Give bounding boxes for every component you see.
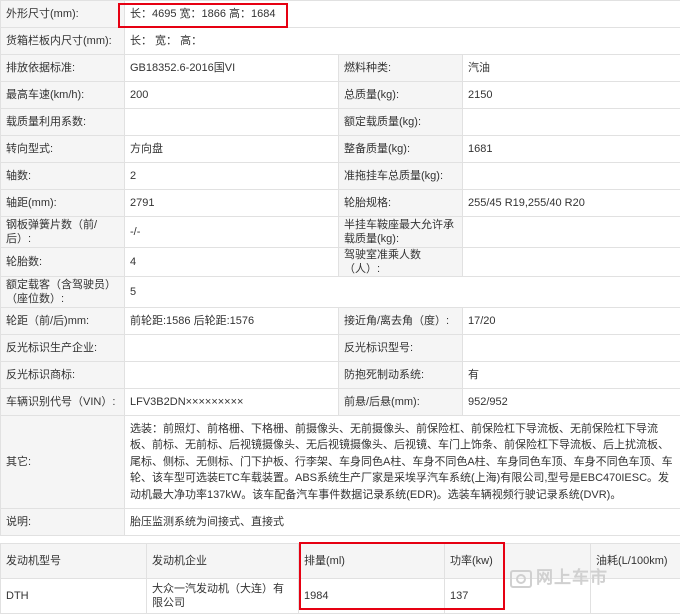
table-row: 额定载客（含驾驶员）（座位数）: 5 — [1, 277, 680, 308]
spec-table: 外形尺寸(mm): 长：4695 宽：1866 高：1684 货箱栏板内尺寸(m… — [0, 0, 680, 536]
spec-label: 额定载质量(kg): — [339, 109, 463, 136]
spec-label: 反光标识型号: — [339, 335, 463, 362]
spec-value — [125, 109, 339, 136]
spec-value — [463, 109, 680, 136]
spec-value: 2 — [125, 163, 339, 190]
spec-label: 防抱死制动系统: — [339, 362, 463, 389]
spec-value: 4 — [125, 248, 339, 277]
spec-label: 货箱栏板内尺寸(mm): — [1, 28, 125, 55]
spec-label: 燃料种类: — [339, 55, 463, 82]
spec-label: 轮胎数: — [1, 248, 125, 277]
spec-label: 轮距（前/后)mm: — [1, 308, 125, 335]
spec-label: 反光标识商标: — [1, 362, 125, 389]
spec-value — [463, 335, 680, 362]
spec-value — [463, 163, 680, 190]
table-row: 最高车速(km/h): 200 总质量(kg): 2150 — [1, 82, 680, 109]
spec-value: 2150 — [463, 82, 680, 109]
spec-label: 反光标识生产企业: — [1, 335, 125, 362]
spec-value: 5 — [125, 277, 680, 308]
spec-label: 转向型式: — [1, 136, 125, 163]
spec-label: 整备质量(kg): — [339, 136, 463, 163]
table-row: 反光标识生产企业: 反光标识型号: — [1, 335, 680, 362]
spec-value: 255/45 R19,255/40 R20 — [463, 190, 680, 217]
spec-label: 其它: — [1, 416, 125, 509]
table-row: 货箱栏板内尺寸(mm): 长： 宽： 高： — [1, 28, 680, 55]
spec-value: 前轮距:1586 后轮距:1576 — [125, 308, 339, 335]
spec-value: GB18352.6-2016国VI — [125, 55, 339, 82]
table-row: 载质量利用系数: 额定载质量(kg): — [1, 109, 680, 136]
spec-value: 952/952 — [463, 389, 680, 416]
spec-value: 长：4695 宽：1866 高：1684 — [125, 1, 680, 28]
table-row: 其它: 选装：前照灯、前格栅、下格栅、前摄像头、无前摄像头、前保险杠、前保险杠下… — [1, 416, 680, 509]
table-cell: 大众一汽发动机（大连）有限公司 — [147, 579, 299, 614]
column-header: 排量(ml) — [299, 544, 445, 579]
spec-label: 轴数: — [1, 163, 125, 190]
spec-label: 前悬/后悬(mm): — [339, 389, 463, 416]
spec-label: 载质量利用系数: — [1, 109, 125, 136]
spec-value: 胎压监测系统为间接式、直接式 — [125, 509, 680, 536]
column-header: 发动机型号 — [1, 544, 147, 579]
spec-value: 17/20 — [463, 308, 680, 335]
table-row: 转向型式: 方向盘 整备质量(kg): 1681 — [1, 136, 680, 163]
watermark: 网上车市 — [510, 563, 608, 588]
table-row: 排放依据标准: GB18352.6-2016国VI 燃料种类: 汽油 — [1, 55, 680, 82]
spec-value: 有 — [463, 362, 680, 389]
spec-value: 方向盘 — [125, 136, 339, 163]
table-cell: 1984 — [299, 579, 445, 614]
spec-label: 说明: — [1, 509, 125, 536]
table-row: 车辆识别代号（VIN）: LFV3B2DN××××××××× 前悬/后悬(mm)… — [1, 389, 680, 416]
spec-value: 长： 宽： 高： — [125, 28, 680, 55]
spec-value: -/- — [125, 217, 339, 248]
spec-label: 排放依据标准: — [1, 55, 125, 82]
table-row: 钢板弹簧片数（前/后）: -/- 半挂车鞍座最大允许承载质量(kg): — [1, 217, 680, 248]
spec-value: 汽油 — [463, 55, 680, 82]
table-cell: DTH — [1, 579, 147, 614]
table-row: 轮胎数: 4 驾驶室准乘人数（人）: — [1, 248, 680, 277]
spec-label: 额定载客（含驾驶员）（座位数）: — [1, 277, 125, 308]
spec-value: 200 — [125, 82, 339, 109]
spec-label: 车辆识别代号（VIN）: — [1, 389, 125, 416]
table-row: 说明: 胎压监测系统为间接式、直接式 — [1, 509, 680, 536]
spec-label: 钢板弹簧片数（前/后）: — [1, 217, 125, 248]
table-row: 轴数: 2 准拖挂车总质量(kg): — [1, 163, 680, 190]
spec-value — [125, 362, 339, 389]
spec-label: 总质量(kg): — [339, 82, 463, 109]
spec-value: 选装：前照灯、前格栅、下格栅、前摄像头、无前摄像头、前保险杠、前保险杠下导流板、… — [125, 416, 680, 509]
table-row: 反光标识商标: 防抱死制动系统: 有 — [1, 362, 680, 389]
spec-label: 准拖挂车总质量(kg): — [339, 163, 463, 190]
spec-value — [463, 248, 680, 277]
spec-value: LFV3B2DN××××××××× — [125, 389, 339, 416]
spec-label: 接近角/离去角（度）: — [339, 308, 463, 335]
spec-label: 最高车速(km/h): — [1, 82, 125, 109]
table-row: 轮距（前/后)mm: 前轮距:1586 后轮距:1576 接近角/离去角（度）:… — [1, 308, 680, 335]
spec-value — [463, 217, 680, 248]
spec-label: 轮胎规格: — [339, 190, 463, 217]
spec-value — [125, 335, 339, 362]
table-row: 轴距(mm): 2791 轮胎规格: 255/45 R19,255/40 R20 — [1, 190, 680, 217]
spec-value: 2791 — [125, 190, 339, 217]
spec-value: 1681 — [463, 136, 680, 163]
watermark-text: 网上车市 — [536, 568, 608, 587]
spec-label: 外形尺寸(mm): — [1, 1, 125, 28]
camera-icon — [510, 570, 532, 588]
column-header: 发动机企业 — [147, 544, 299, 579]
spec-label: 半挂车鞍座最大允许承载质量(kg): — [339, 217, 463, 248]
table-row: 外形尺寸(mm): 长：4695 宽：1866 高：1684 — [1, 1, 680, 28]
spec-label: 轴距(mm): — [1, 190, 125, 217]
spec-label: 驾驶室准乘人数（人）: — [339, 248, 463, 277]
